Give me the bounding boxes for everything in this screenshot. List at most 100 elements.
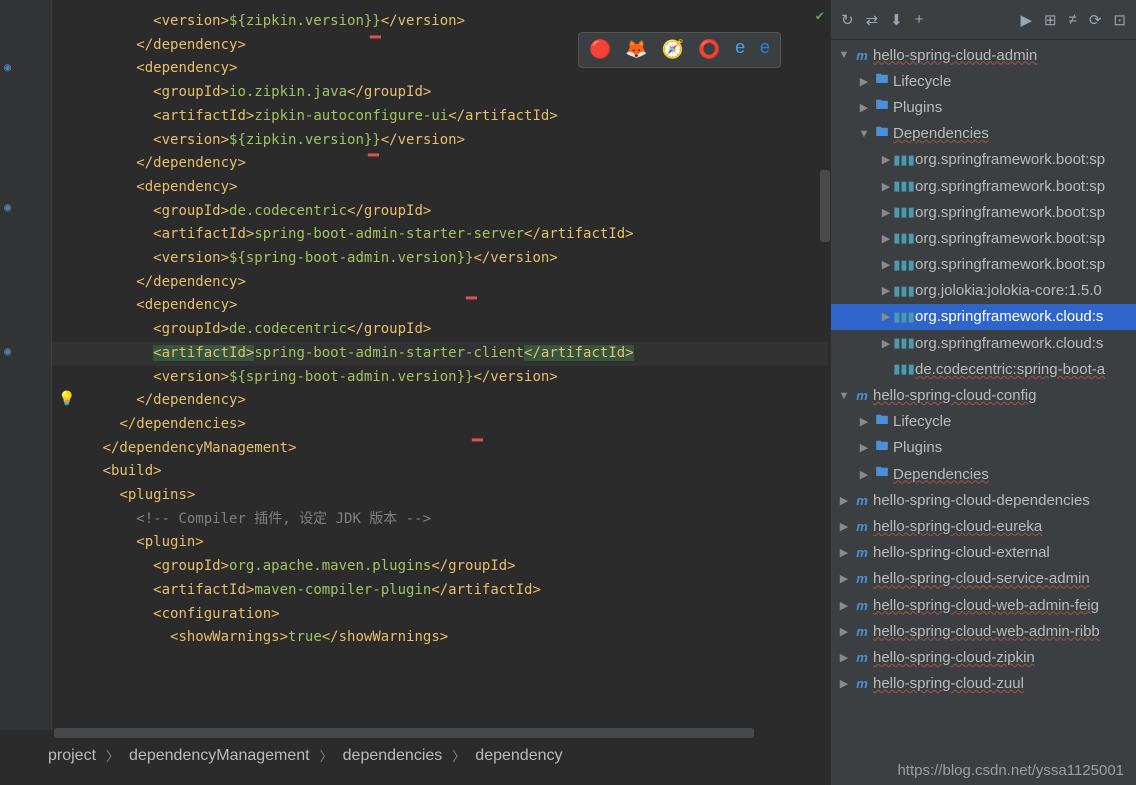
expand-arrow-icon[interactable]: ▶ xyxy=(857,441,871,454)
maven-tool-window[interactable]: ↻⇄⬇+▶⊞≠⟳⊡ ▼mhello-spring-cloud-admin▶🖿Li… xyxy=(830,0,1136,785)
tree-node[interactable]: ▶🖿Dependencies xyxy=(831,461,1136,487)
expand-arrow-icon[interactable]: ▶ xyxy=(879,258,893,271)
tree-node[interactable]: ▶mhello-spring-cloud-zipkin xyxy=(831,644,1136,670)
expand-arrow-icon[interactable]: ▶ xyxy=(879,310,893,323)
expand-arrow-icon[interactable]: ▶ xyxy=(857,415,871,428)
maven-module-icon: m xyxy=(851,519,873,534)
expand-arrow-icon[interactable]: ▼ xyxy=(857,128,871,140)
toolbar-icon[interactable]: ⊡ xyxy=(1113,11,1126,29)
code-content[interactable]: <version>${zipkin.version}}</version> </… xyxy=(52,10,828,650)
tree-node[interactable]: ▶mhello-spring-cloud-zuul xyxy=(831,671,1136,697)
tree-node-label: hello-spring-cloud-admin xyxy=(873,47,1037,64)
tree-node-label: de.codecentric:spring-boot-a xyxy=(915,361,1105,378)
expand-arrow-icon[interactable]: ▶ xyxy=(857,468,871,481)
breadcrumb-item[interactable]: project xyxy=(48,747,96,765)
tree-node[interactable]: ▶🖿Lifecycle xyxy=(831,409,1136,435)
tree-node[interactable]: ▼mhello-spring-cloud-config xyxy=(831,382,1136,408)
maven-toolbar[interactable]: ↻ ⇄ ⬇ + ▶ ⊞ ≠ ⟳ ⊡ xyxy=(831,0,1136,40)
tree-node[interactable]: ▶▮▮▮org.springframework.cloud:s xyxy=(831,304,1136,330)
expand-arrow-icon[interactable]: ▶ xyxy=(879,180,893,193)
library-icon: ▮▮▮ xyxy=(893,178,915,194)
tree-node[interactable]: ▶mhello-spring-cloud-eureka xyxy=(831,513,1136,539)
library-icon: ▮▮▮ xyxy=(893,335,915,351)
tree-node[interactable]: ▼🖿Dependencies xyxy=(831,121,1136,147)
tree-node-label: hello-spring-cloud-service-admin xyxy=(873,570,1090,587)
expand-arrow-icon[interactable]: ▼ xyxy=(837,49,851,61)
folder-icon: 🖿 xyxy=(871,123,893,145)
tree-node[interactable]: ▶▮▮▮org.springframework.boot:sp xyxy=(831,199,1136,225)
toolbar-icon[interactable]: ⇄ xyxy=(866,11,879,29)
library-icon: ▮▮▮ xyxy=(893,257,915,273)
folder-icon: 🖿 xyxy=(871,437,893,459)
breadcrumb-separator: 〉 xyxy=(452,746,465,765)
tree-node-label: hello-spring-cloud-zuul xyxy=(873,675,1024,692)
expand-arrow-icon[interactable]: ▶ xyxy=(837,625,851,638)
editor-area[interactable]: ◉ ◉ ◉ 💡 ✔ 🔴 🦊 🧭 ⭕ e e <version>${zipkin.… xyxy=(0,0,830,785)
expand-arrow-icon[interactable]: ▶ xyxy=(837,520,851,533)
library-icon: ▮▮▮ xyxy=(893,204,915,220)
library-icon: ▮▮▮ xyxy=(893,309,915,325)
vertical-scrollbar[interactable] xyxy=(820,170,830,242)
tree-node[interactable]: ▶▮▮▮org.springframework.boot:sp xyxy=(831,173,1136,199)
tree-node[interactable]: ▶▮▮▮org.jolokia:jolokia-core:1.5.0 xyxy=(831,278,1136,304)
tree-node[interactable]: ▶🖿Lifecycle xyxy=(831,68,1136,94)
marker-icon: ◉ xyxy=(4,200,11,215)
project-tree[interactable]: ▼mhello-spring-cloud-admin▶🖿Lifecycle▶🖿P… xyxy=(831,40,1136,697)
expand-arrow-icon[interactable]: ▶ xyxy=(879,153,893,166)
maven-module-icon: m xyxy=(851,545,873,560)
tree-node[interactable]: ▼mhello-spring-cloud-admin xyxy=(831,42,1136,68)
tree-node[interactable]: ▶mhello-spring-cloud-web-admin-feig xyxy=(831,592,1136,618)
folder-icon: 🖿 xyxy=(871,463,893,485)
tree-node[interactable]: ▶🖿Plugins xyxy=(831,94,1136,120)
tree-node[interactable]: ▶mhello-spring-cloud-web-admin-ribb xyxy=(831,618,1136,644)
expand-arrow-icon[interactable]: ▶ xyxy=(879,232,893,245)
editor-gutter: ◉ ◉ ◉ xyxy=(0,0,52,730)
tree-node-label: Dependencies xyxy=(893,125,989,142)
breadcrumb[interactable]: project〉dependencyManagement〉dependencie… xyxy=(48,746,562,765)
toolbar-icon[interactable]: ⊞ xyxy=(1044,11,1057,29)
tree-node[interactable]: ▶▮▮▮org.springframework.boot:sp xyxy=(831,225,1136,251)
tree-node-label: hello-spring-cloud-config xyxy=(873,387,1036,404)
tree-node[interactable]: ▶▮▮▮org.springframework.boot:sp xyxy=(831,252,1136,278)
expand-arrow-icon[interactable]: ▶ xyxy=(857,75,871,88)
expand-arrow-icon[interactable]: ▶ xyxy=(837,677,851,690)
tree-node[interactable]: ▶🖿Plugins xyxy=(831,435,1136,461)
breadcrumb-item[interactable]: dependency xyxy=(475,747,562,765)
expand-arrow-icon[interactable]: ▼ xyxy=(837,390,851,402)
library-icon: ▮▮▮ xyxy=(893,230,915,246)
annotation-mark: ━ xyxy=(466,288,477,310)
tree-node-label: hello-spring-cloud-eureka xyxy=(873,518,1042,535)
breadcrumb-item[interactable]: dependencyManagement xyxy=(129,747,310,765)
expand-arrow-icon[interactable]: ▶ xyxy=(857,101,871,114)
expand-arrow-icon[interactable]: ▶ xyxy=(837,494,851,507)
toolbar-icon[interactable]: ⟳ xyxy=(1089,11,1102,29)
toolbar-icon[interactable]: + xyxy=(915,11,924,28)
breadcrumb-item[interactable]: dependencies xyxy=(343,747,443,765)
maven-module-icon: m xyxy=(851,598,873,613)
watermark: https://blog.csdn.net/yssa1125001 xyxy=(897,762,1124,779)
expand-arrow-icon[interactable]: ▶ xyxy=(837,572,851,585)
toolbar-icon[interactable]: ▶ xyxy=(1020,11,1032,29)
annotation-mark: ━ xyxy=(370,27,381,49)
toolbar-icon[interactable]: ↻ xyxy=(841,11,854,29)
expand-arrow-icon[interactable]: ▶ xyxy=(837,546,851,559)
expand-arrow-icon[interactable]: ▶ xyxy=(879,206,893,219)
toolbar-icon[interactable]: ⬇ xyxy=(890,11,903,29)
expand-arrow-icon[interactable]: ▶ xyxy=(837,599,851,612)
tree-node[interactable]: ▶▮▮▮org.springframework.boot:sp xyxy=(831,147,1136,173)
tree-node-label: org.springframework.boot:sp xyxy=(915,256,1105,273)
tree-node-label: Lifecycle xyxy=(893,73,951,90)
tree-node[interactable]: ▶mhello-spring-cloud-external xyxy=(831,540,1136,566)
expand-arrow-icon[interactable]: ▶ xyxy=(879,337,893,350)
expand-arrow-icon[interactable]: ▶ xyxy=(879,284,893,297)
tree-node[interactable]: ▮▮▮de.codecentric:spring-boot-a xyxy=(831,356,1136,382)
library-icon: ▮▮▮ xyxy=(893,152,915,168)
expand-arrow-icon[interactable]: ▶ xyxy=(837,651,851,664)
tree-node-label: Plugins xyxy=(893,439,942,456)
horizontal-scrollbar[interactable] xyxy=(54,728,754,738)
tree-node[interactable]: ▶mhello-spring-cloud-service-admin xyxy=(831,566,1136,592)
tree-node[interactable]: ▶mhello-spring-cloud-dependencies xyxy=(831,487,1136,513)
toolbar-icon[interactable]: ≠ xyxy=(1069,11,1077,28)
tree-node[interactable]: ▶▮▮▮org.springframework.cloud:s xyxy=(831,330,1136,356)
maven-module-icon: m xyxy=(851,624,873,639)
